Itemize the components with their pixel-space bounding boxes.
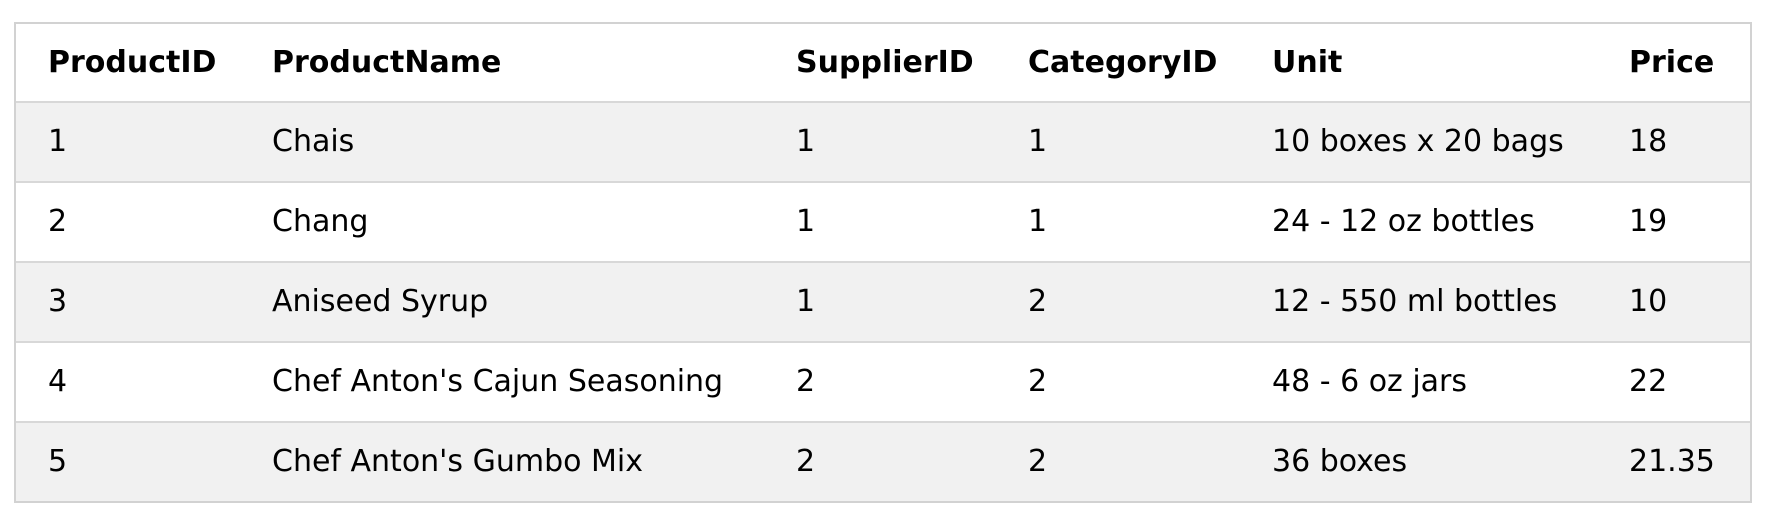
cell-product-id: 1 xyxy=(16,101,240,182)
cell-category-id: 1 xyxy=(996,101,1240,182)
cell-supplier-id: 1 xyxy=(764,101,996,182)
cell-unit: 36 boxes xyxy=(1240,421,1597,501)
cell-price: 10 xyxy=(1597,261,1750,342)
header-unit: Unit xyxy=(1272,44,1343,80)
cell-unit: 10 boxes x 20 bags xyxy=(1240,101,1597,182)
cell-product-name: Chais xyxy=(240,101,764,182)
cell-product-id: 2 xyxy=(16,181,240,262)
header-supplier-id: SupplierID xyxy=(796,44,974,80)
cell-product-id: 5 xyxy=(16,421,240,501)
cell-supplier-id: 2 xyxy=(764,421,996,501)
table-row: 2 Chang 1 1 24 - 12 oz bottles 19 xyxy=(16,181,1750,262)
cell-product-name: Chef Anton's Cajun Seasoning xyxy=(240,341,764,422)
cell-price: 19 xyxy=(1597,181,1750,262)
table-row: 4 Chef Anton's Cajun Seasoning 2 2 48 - … xyxy=(16,341,1750,422)
cell-product-id: 3 xyxy=(16,261,240,342)
header-price: Price xyxy=(1629,44,1715,80)
products-table: ProductID ProductName SupplierID Categor… xyxy=(16,24,1750,501)
header-category-id: CategoryID xyxy=(1028,44,1218,80)
cell-price: 18 xyxy=(1597,101,1750,182)
cell-category-id: 2 xyxy=(996,421,1240,501)
cell-supplier-id: 1 xyxy=(764,181,996,262)
cell-category-id: 2 xyxy=(996,341,1240,422)
table-row: 3 Aniseed Syrup 1 2 12 - 550 ml bottles … xyxy=(16,261,1750,342)
cell-supplier-id: 1 xyxy=(764,261,996,342)
header-product-id: ProductID xyxy=(48,44,217,80)
cell-category-id: 2 xyxy=(996,261,1240,342)
cell-price: 21.35 xyxy=(1597,421,1750,501)
cell-supplier-id: 2 xyxy=(764,341,996,422)
products-table-container: ProductID ProductName SupplierID Categor… xyxy=(14,22,1752,503)
cell-product-name: Aniseed Syrup xyxy=(240,261,764,342)
cell-price: 22 xyxy=(1597,341,1750,422)
cell-unit: 48 - 6 oz jars xyxy=(1240,341,1597,422)
cell-unit: 12 - 550 ml bottles xyxy=(1240,261,1597,342)
cell-category-id: 1 xyxy=(996,181,1240,262)
cell-product-name: Chang xyxy=(240,181,764,262)
header-product-name: ProductName xyxy=(272,44,502,80)
cell-product-id: 4 xyxy=(16,341,240,422)
table-header-row: ProductID ProductName SupplierID Categor… xyxy=(16,24,1750,102)
table-row: 1 Chais 1 1 10 boxes x 20 bags 18 xyxy=(16,101,1750,182)
table-row: 5 Chef Anton's Gumbo Mix 2 2 36 boxes 21… xyxy=(16,421,1750,501)
cell-product-name: Chef Anton's Gumbo Mix xyxy=(240,421,764,501)
cell-unit: 24 - 12 oz bottles xyxy=(1240,181,1597,262)
